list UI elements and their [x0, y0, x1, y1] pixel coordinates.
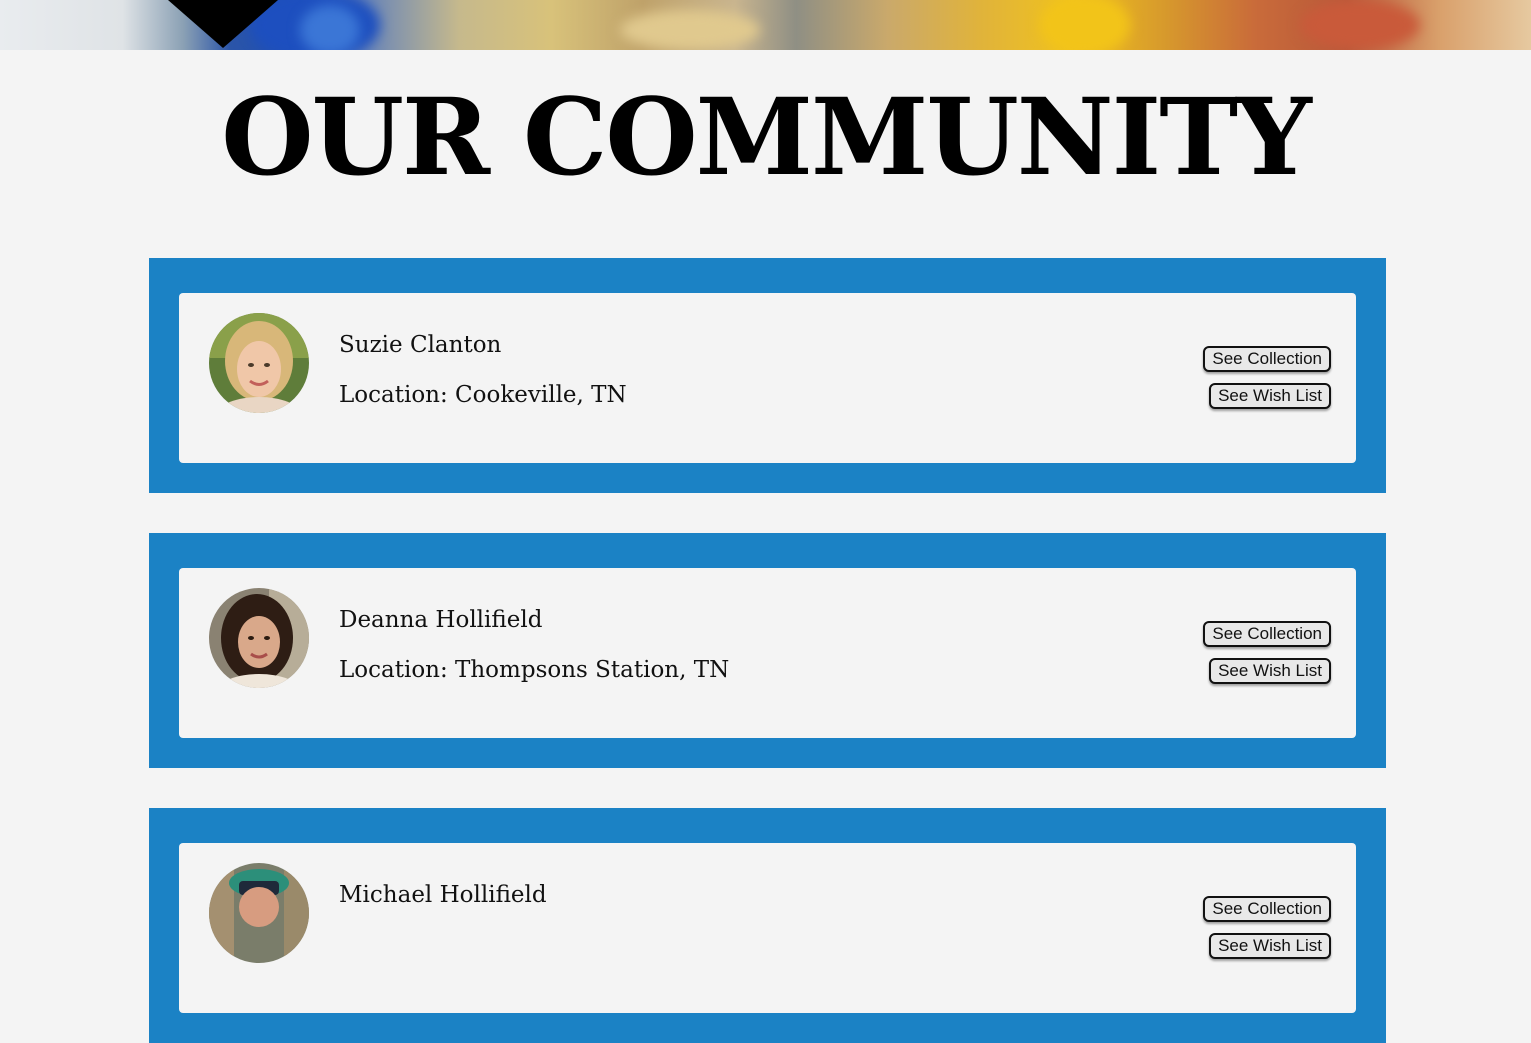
member-card: Michael Hollifield See Collection See Wi… [149, 808, 1386, 1043]
member-name: Michael Hollifield [339, 882, 547, 908]
see-collection-button[interactable]: See Collection [1203, 621, 1331, 647]
member-name: Suzie Clanton [339, 332, 502, 358]
member-card-body: Michael Hollifield See Collection See Wi… [179, 843, 1356, 1013]
see-wish-list-button[interactable]: See Wish List [1209, 933, 1331, 959]
see-collection-button[interactable]: See Collection [1203, 346, 1331, 372]
member-name: Deanna Hollifield [339, 607, 543, 633]
avatar [209, 863, 309, 963]
member-location: Location: Cookeville, TN [339, 382, 627, 408]
avatar [209, 588, 309, 688]
page-title: OUR COMMUNITY [221, 74, 1312, 199]
see-wish-list-button[interactable]: See Wish List [1209, 658, 1331, 684]
header-banner-image [0, 0, 1531, 50]
member-card: Suzie Clanton Location: Cookeville, TN S… [149, 258, 1386, 493]
see-wish-list-button[interactable]: See Wish List [1209, 383, 1331, 409]
member-card-body: Suzie Clanton Location: Cookeville, TN S… [179, 293, 1356, 463]
member-card: Deanna Hollifield Location: Thompsons St… [149, 533, 1386, 768]
logo-diamond-icon[interactable] [168, 0, 278, 48]
member-location: Location: Thompsons Station, TN [339, 657, 730, 683]
avatar [209, 313, 309, 413]
see-collection-button[interactable]: See Collection [1203, 896, 1331, 922]
member-card-body: Deanna Hollifield Location: Thompsons St… [179, 568, 1356, 738]
